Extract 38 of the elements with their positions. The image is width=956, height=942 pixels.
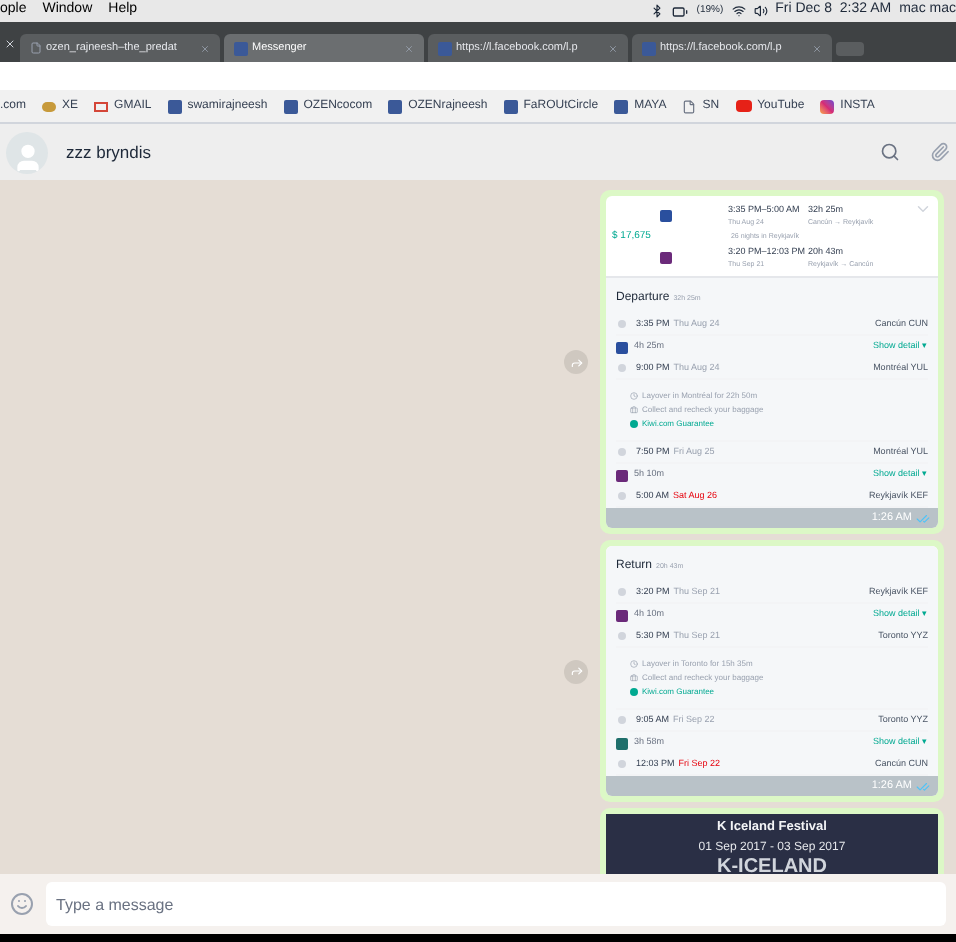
facebook-icon: [503, 99, 518, 113]
message-input[interactable]: Type a message: [46, 882, 946, 926]
clock-icon: [630, 392, 638, 400]
facebook-icon: [438, 41, 452, 55]
play-icon: [735, 100, 752, 112]
close-icon[interactable]: [4, 38, 16, 50]
facebook-icon: [388, 99, 403, 113]
read-ticks-icon: [916, 779, 930, 793]
facebook-icon: [234, 41, 248, 55]
forward-button[interactable]: [564, 659, 588, 683]
forward-icon: [569, 355, 583, 369]
page-icon: [682, 99, 697, 113]
chevron-down-icon[interactable]: [914, 200, 932, 218]
forward-button[interactable]: [564, 350, 588, 374]
new-tab-button[interactable]: [836, 42, 864, 56]
facebook-icon: [642, 41, 656, 55]
read-ticks-icon: [916, 511, 930, 525]
avatar-icon[interactable]: [6, 131, 48, 173]
baggage-icon: [630, 674, 638, 682]
volume-icon[interactable]: [753, 4, 768, 18]
paperclip-icon[interactable]: [930, 142, 950, 162]
wifi-icon[interactable]: [731, 4, 746, 18]
bluetooth-icon[interactable]: [650, 4, 665, 18]
airline-logo-icon: [660, 252, 672, 264]
search-icon[interactable]: [880, 142, 900, 162]
poster-logo: K-ICELAND: [717, 856, 827, 874]
battery-icon[interactable]: [672, 3, 689, 19]
airline-logo-icon: [660, 210, 672, 222]
facebook-icon: [283, 99, 298, 113]
facebook-icon: [614, 99, 629, 113]
emoji-icon[interactable]: [10, 892, 34, 916]
camera-icon: [820, 99, 835, 113]
baggage-icon: [630, 406, 638, 414]
clock-icon: [630, 660, 638, 668]
page-icon: [30, 42, 42, 54]
forward-icon: [569, 664, 583, 678]
facebook-icon: [167, 99, 182, 113]
contact-name[interactable]: zzz bryndis: [66, 139, 152, 165]
